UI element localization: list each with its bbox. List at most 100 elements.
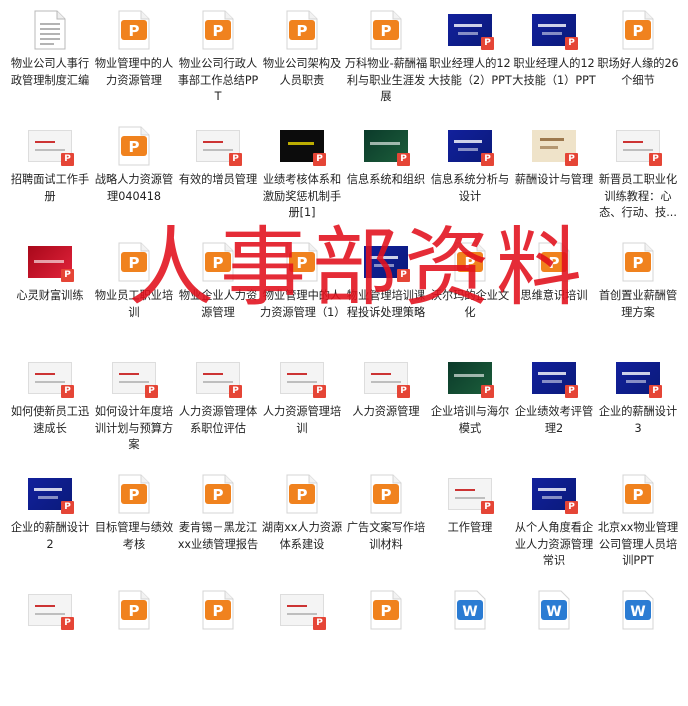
file-item[interactable]: P 人力资源管理 <box>344 348 428 474</box>
ppt-badge-icon: P <box>397 269 410 282</box>
ppt-icon: P <box>286 242 318 282</box>
file-label: 工作管理 <box>447 521 493 534</box>
ppt-badge-icon: P <box>61 501 74 514</box>
file-item[interactable]: P 薪酬设计与管理 <box>512 116 596 242</box>
file-label: 职场好人缘的26个细节 <box>597 57 679 87</box>
word-icon: W <box>454 590 486 630</box>
file-label: 从个人角度看企业人力资源管理常识 <box>514 521 594 568</box>
file-thumbnail: P <box>280 590 326 634</box>
file-item[interactable]: P 从个人角度看企业人力资源管理常识 <box>512 464 596 590</box>
file-item[interactable]: P 企业的薪酬设计3 <box>596 348 680 474</box>
ppt-icon: P <box>118 242 150 282</box>
file-thumbnail <box>28 10 72 54</box>
ppt-icon: P <box>202 10 234 50</box>
file-label: 万科物业-薪酬福利与职业生涯发展 <box>344 57 428 104</box>
ppt-badge-icon: P <box>565 153 578 166</box>
file-item[interactable]: P 广告文案写作培训材料 <box>344 464 428 590</box>
svg-text:P: P <box>213 486 224 504</box>
file-thumbnail: P <box>364 242 410 286</box>
file-label: 麦肯锡－黑龙江xx业绩管理报告 <box>177 521 259 551</box>
file-item[interactable]: P 湖南xx人力资源体系建设 <box>260 464 344 590</box>
file-label: 招聘面试工作手册 <box>10 173 90 203</box>
file-label: 思维意识培训 <box>520 289 588 302</box>
file-thumbnail: P <box>616 10 660 54</box>
file-item[interactable]: P 物业企业人力资源管理 <box>176 232 260 358</box>
ppt-badge-icon: P <box>481 501 494 514</box>
file-item[interactable]: P 心灵财富训练 <box>8 232 92 358</box>
file-item[interactable]: P 有效的增员管理 <box>176 116 260 242</box>
file-item[interactable]: P 物业公司架构及人员职责 <box>260 0 344 126</box>
file-item[interactable]: 物业公司人事行政管理制度汇编 <box>8 0 92 126</box>
ppt-badge-icon: P <box>481 153 494 166</box>
file-item[interactable]: P <box>344 580 428 706</box>
ppt-badge-icon: P <box>649 385 662 398</box>
file-item[interactable]: P 如何设计年度培训计划与预算方案 <box>92 348 176 474</box>
ppt-icon: P <box>454 242 486 282</box>
svg-text:P: P <box>633 254 644 272</box>
file-thumbnail: W <box>532 590 576 634</box>
file-item[interactable]: P 企业的薪酬设计2 <box>8 464 92 590</box>
ppt-icon: P <box>370 590 402 630</box>
file-item[interactable]: P 思维意识培训 <box>512 232 596 358</box>
file-item[interactable]: W <box>596 580 680 706</box>
file-item[interactable]: P 人力资源管理培训 <box>260 348 344 474</box>
file-label: 心灵财富训练 <box>16 289 84 302</box>
file-item[interactable]: P 物业管理中的人力资源管理（1） <box>260 232 344 358</box>
file-item[interactable]: P <box>176 580 260 706</box>
file-label: 北京xx物业管理公司管理人员培训PPT <box>597 521 679 568</box>
file-thumbnail: P <box>28 474 74 518</box>
file-item[interactable]: P <box>92 580 176 706</box>
file-item[interactable]: P 职场好人缘的26个细节 <box>596 0 680 126</box>
file-item[interactable]: P <box>8 580 92 706</box>
svg-text:P: P <box>297 22 308 40</box>
file-thumbnail: P <box>448 358 494 402</box>
file-item[interactable]: P 战略人力资源管理040418 <box>92 116 176 242</box>
svg-text:P: P <box>129 22 140 40</box>
svg-text:W: W <box>462 604 477 620</box>
file-item[interactable]: P 工作管理 <box>428 464 512 590</box>
file-item[interactable]: P 业绩考核体系和激励奖惩机制手册[1] <box>260 116 344 242</box>
file-item[interactable]: P 麦肯锡－黑龙江xx业绩管理报告 <box>176 464 260 590</box>
file-thumbnail: W <box>448 590 492 634</box>
file-item[interactable]: P 北京xx物业管理公司管理人员培训PPT <box>596 464 680 590</box>
file-thumbnail: P <box>532 474 578 518</box>
file-item[interactable]: P 信息系统和组织 <box>344 116 428 242</box>
file-item[interactable]: P 企业绩效考评管理2 <box>512 348 596 474</box>
svg-text:P: P <box>381 486 392 504</box>
file-item[interactable]: P 职业经理人的12大技能（1）PPT <box>512 0 596 126</box>
document-icon <box>34 10 66 50</box>
file-item[interactable]: P 物业管理中的人力资源管理 <box>92 0 176 126</box>
file-item[interactable]: P 信息系统分析与设计 <box>428 116 512 242</box>
ppt-icon: P <box>622 242 654 282</box>
file-item[interactable]: P 物业管理培训课程投诉处理策略 <box>344 232 428 358</box>
file-item[interactable]: P 职业经理人的12大技能（2）PPT <box>428 0 512 126</box>
ppt-icon: P <box>370 474 402 514</box>
file-thumbnail: P <box>280 358 326 402</box>
file-thumbnail: P <box>364 474 408 518</box>
file-item[interactable]: P 企业培训与海尔模式 <box>428 348 512 474</box>
file-thumbnail: P <box>112 10 156 54</box>
file-thumbnail: P <box>364 358 410 402</box>
file-item[interactable]: P 物业员工职业培训 <box>92 232 176 358</box>
ppt-badge-icon: P <box>481 37 494 50</box>
ppt-badge-icon: P <box>313 153 326 166</box>
file-item[interactable]: P 如何使新员工迅速成长 <box>8 348 92 474</box>
file-item[interactable]: W <box>428 580 512 706</box>
file-item[interactable]: W <box>512 580 596 706</box>
file-label: 企业绩效考评管理2 <box>514 405 594 435</box>
file-thumbnail: P <box>28 242 74 286</box>
file-item[interactable]: P 人力资源管理体系职位评估 <box>176 348 260 474</box>
file-item[interactable]: P 招聘面试工作手册 <box>8 116 92 242</box>
file-thumbnail: P <box>28 126 74 170</box>
file-item[interactable]: P 目标管理与绩效考核 <box>92 464 176 590</box>
file-label: 薪酬设计与管理 <box>514 173 594 186</box>
file-item[interactable]: P 物业公司行政人事部工作总结PPT <box>176 0 260 126</box>
file-item[interactable]: P 新晋员工职业化训练教程：心态、行动、技... <box>596 116 680 242</box>
file-item[interactable]: P 首创置业薪酬管理方案 <box>596 232 680 358</box>
file-item[interactable]: P 沃尔玛的企业文化 <box>428 232 512 358</box>
ppt-badge-icon: P <box>61 385 74 398</box>
file-item[interactable]: P <box>260 580 344 706</box>
file-thumbnail: P <box>448 474 494 518</box>
file-thumbnail: P <box>364 590 408 634</box>
file-item[interactable]: P 万科物业-薪酬福利与职业生涯发展 <box>344 0 428 126</box>
